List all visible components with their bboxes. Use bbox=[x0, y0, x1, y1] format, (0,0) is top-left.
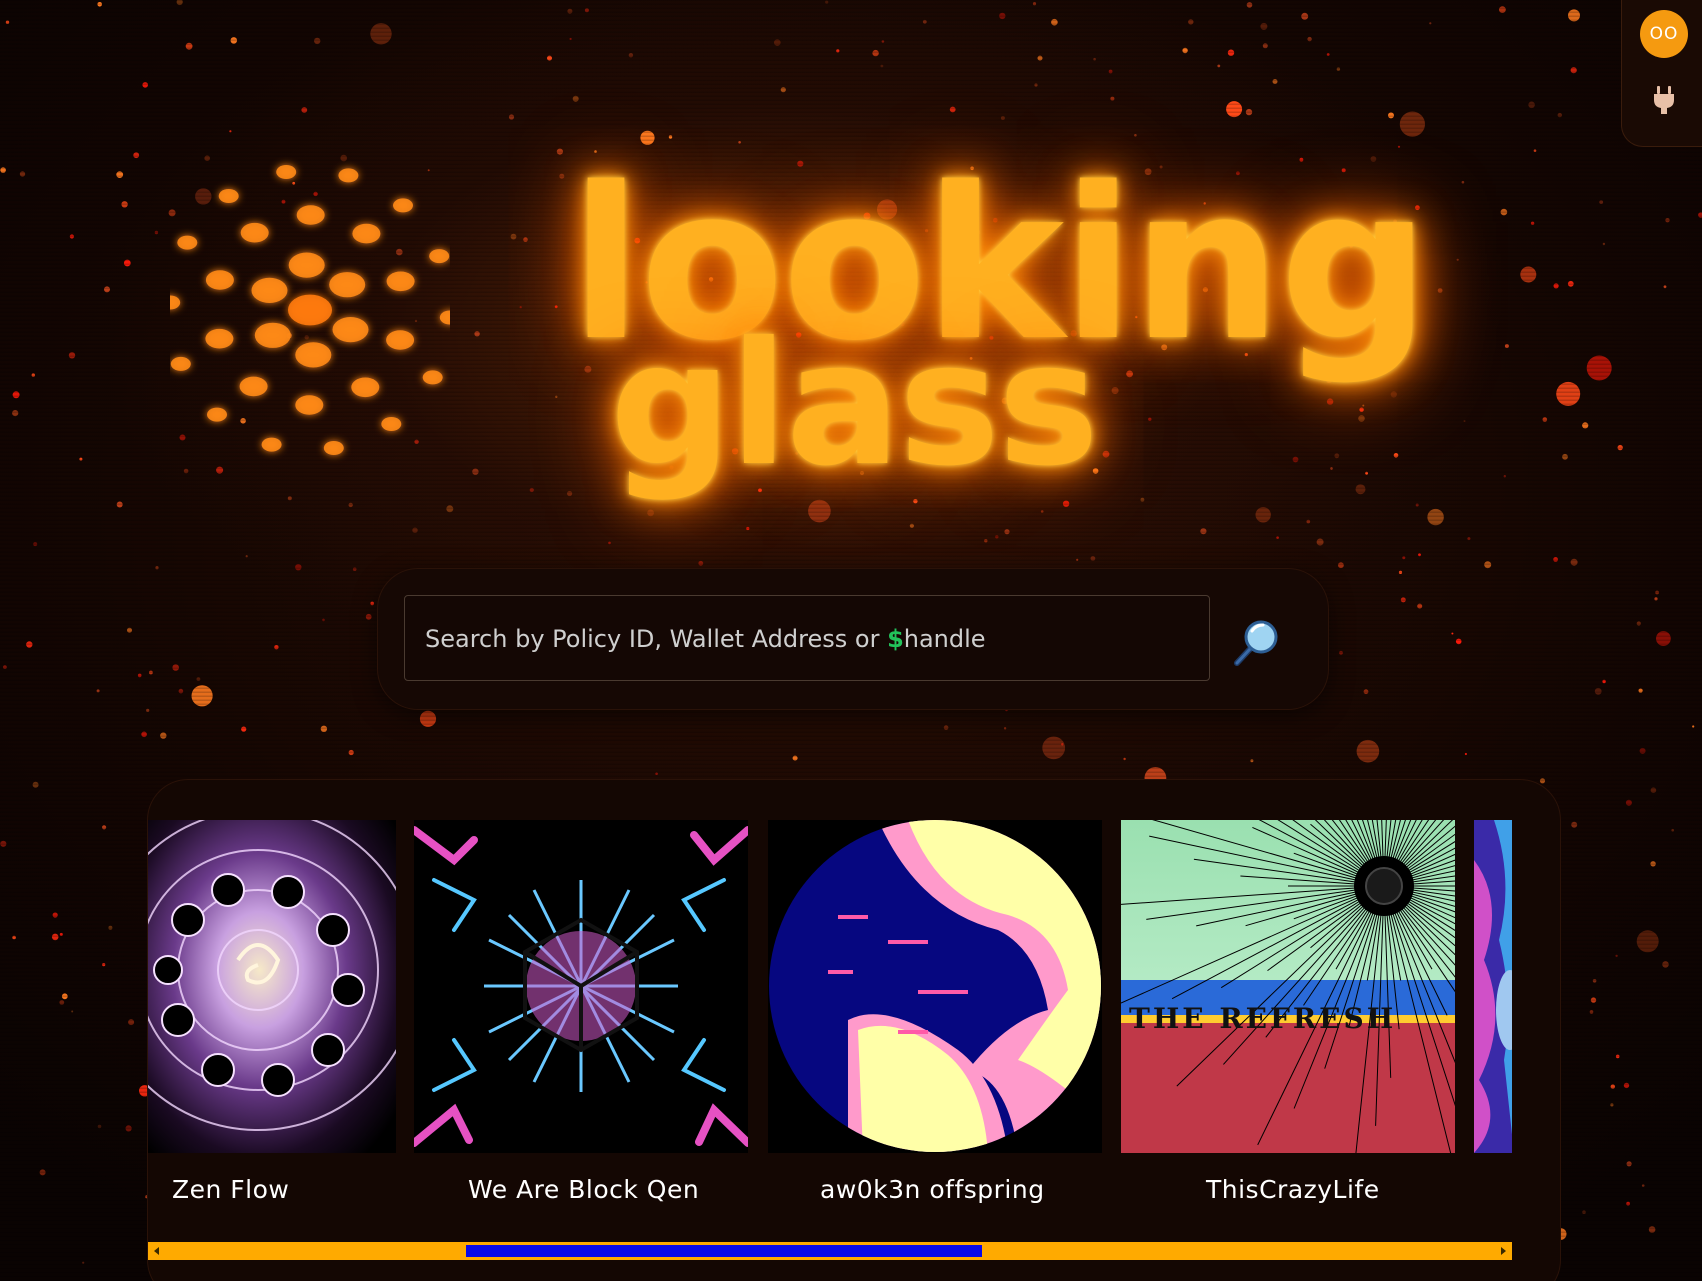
card-title: We Are Block Qen bbox=[468, 1175, 700, 1204]
card-artwork bbox=[414, 820, 748, 1153]
carousel-track: Zen Flow We Are Block Qen aw0k3n offspri… bbox=[148, 820, 1512, 1210]
logo-text-glass: glass bbox=[610, 306, 1099, 504]
card-artwork bbox=[148, 820, 396, 1153]
carousel-scrollbar[interactable] bbox=[148, 1242, 1512, 1260]
carousel-card[interactable]: We Are Block Qen bbox=[414, 820, 748, 1210]
card-artwork bbox=[768, 820, 1102, 1153]
avatar[interactable]: OO bbox=[1640, 10, 1688, 58]
magnifier-icon bbox=[1234, 620, 1278, 666]
card-title: ThisCrazyLife bbox=[1206, 1175, 1380, 1204]
scroll-left-icon[interactable] bbox=[154, 1247, 159, 1255]
carousel-card[interactable] bbox=[1474, 820, 1512, 1210]
account-panel: OO bbox=[1621, 0, 1702, 147]
search-button[interactable] bbox=[1230, 615, 1284, 669]
search-bar: Search by Policy ID, Wallet Address or $… bbox=[378, 569, 1328, 709]
search-placeholder-prefix: Search by Policy ID, Wallet Address or bbox=[425, 625, 888, 653]
search-input[interactable]: Search by Policy ID, Wallet Address or $… bbox=[404, 595, 1210, 681]
card-title: aw0k3n offspring bbox=[820, 1175, 1045, 1204]
scroll-right-icon[interactable] bbox=[1501, 1247, 1506, 1255]
logo[interactable]: looking glass bbox=[170, 110, 1430, 530]
logo-burst-icon bbox=[170, 165, 450, 455]
nft-carousel: Zen Flow We Are Block Qen aw0k3n offspri… bbox=[148, 780, 1560, 1281]
carousel-card[interactable]: aw0k3n offspring bbox=[768, 820, 1102, 1210]
card-artwork bbox=[1474, 820, 1512, 1153]
search-placeholder-suffix: handle bbox=[903, 625, 986, 653]
artwork-caption: THE REFRESH bbox=[1129, 1002, 1396, 1035]
dollar-sign: $ bbox=[887, 625, 904, 653]
page: looking glass OO Search by Policy ID, Wa… bbox=[0, 0, 1702, 1281]
plug-icon[interactable] bbox=[1650, 84, 1678, 116]
carousel-card[interactable]: THE REFRESH ThisCrazyLife bbox=[1121, 820, 1455, 1210]
scrollbar-thumb[interactable] bbox=[466, 1245, 982, 1257]
card-artwork: THE REFRESH bbox=[1121, 820, 1455, 1153]
carousel-card[interactable]: Zen Flow bbox=[148, 820, 396, 1210]
card-title: Zen Flow bbox=[172, 1175, 290, 1204]
